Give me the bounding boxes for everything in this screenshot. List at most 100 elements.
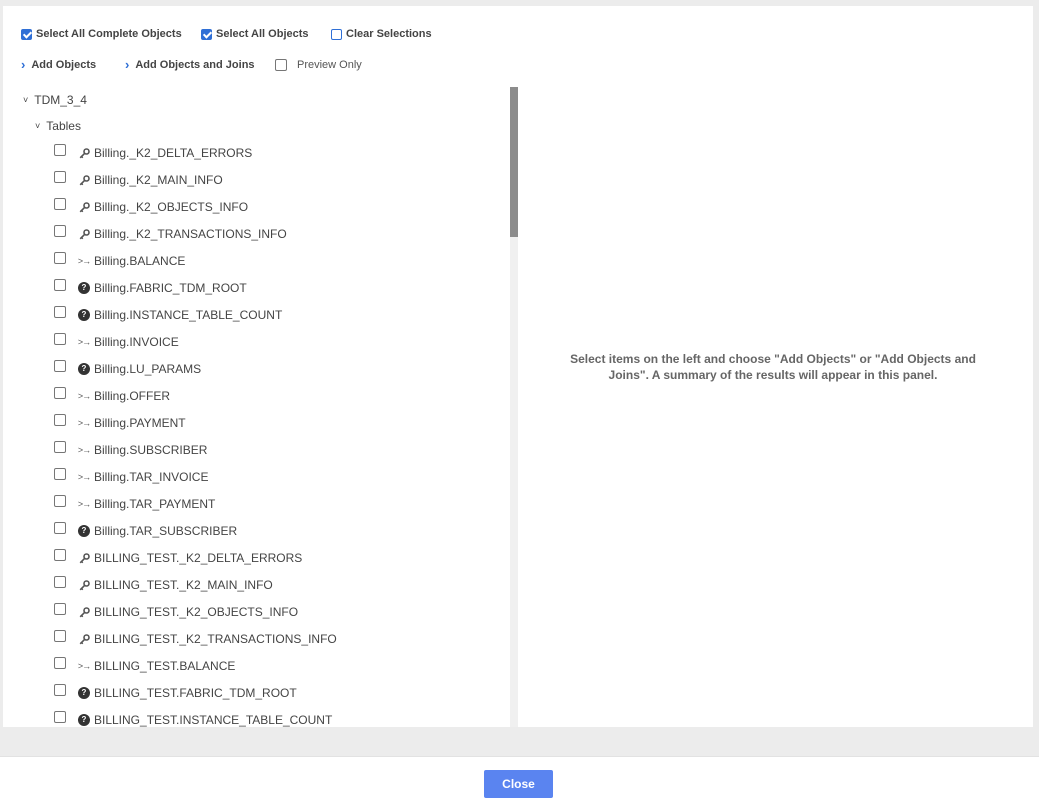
dialog-footer: Close bbox=[0, 756, 1039, 803]
tree-item-label: BILLING_TEST._K2_OBJECTS_INFO bbox=[94, 605, 299, 619]
join-icon: >→ bbox=[77, 391, 91, 401]
tree-item-checkbox[interactable] bbox=[54, 360, 66, 372]
help-icon: ? bbox=[78, 363, 90, 375]
help-icon: ? bbox=[78, 687, 90, 699]
help-icon: ? bbox=[78, 282, 90, 294]
key-icon bbox=[78, 633, 90, 645]
tree-item-checkbox[interactable] bbox=[54, 414, 66, 426]
tree-item-label: BILLING_TEST.INSTANCE_TABLE_COUNT bbox=[94, 713, 333, 727]
tree-item-checkbox[interactable] bbox=[54, 711, 66, 723]
tree-item-label: Billing._K2_OBJECTS_INFO bbox=[94, 200, 249, 214]
summary-panel: Select items on the left and choose "Add… bbox=[518, 87, 1033, 727]
help-icon: ? bbox=[78, 714, 90, 726]
clear-selections-button[interactable]: Clear Selections bbox=[331, 28, 432, 40]
tree-item-label: BILLING_TEST._K2_DELTA_ERRORS bbox=[94, 551, 303, 565]
help-icon: ? bbox=[78, 309, 90, 321]
tree-item-checkbox[interactable] bbox=[54, 198, 66, 210]
tree-item-checkbox[interactable] bbox=[54, 387, 66, 399]
tree-item-label: BILLING_TEST.FABRIC_TDM_ROOT bbox=[94, 686, 297, 700]
join-icon: >→ bbox=[77, 418, 91, 428]
tree-item-label: Billing.SUBSCRIBER bbox=[94, 443, 208, 457]
select-all-complete-label: Select All Complete Objects bbox=[36, 28, 182, 40]
key-icon bbox=[78, 552, 90, 564]
tree-item-label: Billing._K2_TRANSACTIONS_INFO bbox=[94, 227, 287, 241]
tree-item-checkbox[interactable] bbox=[54, 684, 66, 696]
tree-item-checkbox[interactable] bbox=[54, 144, 66, 156]
join-icon: >→ bbox=[77, 472, 91, 482]
object-tree: ˅ TDM_3_4 ˅ Tables Billing._K2_DELTA_ERR… bbox=[3, 87, 510, 727]
select-all-objects-checkbox[interactable]: Select All Objects bbox=[201, 28, 309, 40]
tree-item: ? Billing.LU_PARAMS bbox=[54, 359, 201, 379]
tree-item-checkbox[interactable] bbox=[54, 495, 66, 507]
tree-root-node[interactable]: ˅ TDM_3_4 bbox=[23, 93, 87, 107]
tree-item-checkbox[interactable] bbox=[54, 252, 66, 264]
tree-item-checkbox[interactable] bbox=[54, 468, 66, 480]
join-icon: >→ bbox=[77, 499, 91, 509]
tree-item-checkbox[interactable] bbox=[54, 576, 66, 588]
tree-item-label: BILLING_TEST.BALANCE bbox=[94, 659, 236, 673]
tree-item: Billing._K2_OBJECTS_INFO bbox=[54, 197, 248, 217]
tree-item-checkbox[interactable] bbox=[54, 279, 66, 291]
tree-item: >→ Billing.INVOICE bbox=[54, 332, 179, 352]
tree-item-checkbox[interactable] bbox=[54, 225, 66, 237]
tree-group-tables[interactable]: ˅ Tables bbox=[35, 119, 81, 133]
help-icon: ? bbox=[78, 525, 90, 537]
main-panel: Select All Complete Objects Select All O… bbox=[3, 6, 1033, 727]
tree-item: ? Billing.TAR_SUBSCRIBER bbox=[54, 521, 237, 541]
join-icon: >→ bbox=[77, 661, 91, 671]
join-icon: >→ bbox=[77, 256, 91, 266]
key-icon bbox=[78, 606, 90, 618]
tree-item: >→ Billing.BALANCE bbox=[54, 251, 185, 271]
tree-item-label: Billing.TAR_PAYMENT bbox=[94, 497, 216, 511]
chevron-right-icon: › bbox=[21, 57, 26, 72]
checked-checkbox-icon bbox=[21, 28, 32, 40]
unchecked-checkbox-icon bbox=[275, 59, 287, 71]
tree-item: BILLING_TEST._K2_DELTA_ERRORS bbox=[54, 548, 302, 568]
tree-item-label: Billing.FABRIC_TDM_ROOT bbox=[94, 281, 247, 295]
key-icon bbox=[78, 147, 90, 159]
tree-item-label: Billing._K2_MAIN_INFO bbox=[94, 173, 223, 187]
tree-root-label: TDM_3_4 bbox=[34, 93, 87, 107]
scrollbar-thumb[interactable] bbox=[510, 87, 518, 237]
tree-item: ? BILLING_TEST.INSTANCE_TABLE_COUNT bbox=[54, 710, 332, 727]
join-icon: >→ bbox=[77, 337, 91, 347]
preview-only-label: Preview Only bbox=[297, 59, 362, 71]
add-objects-button[interactable]: › Add Objects bbox=[21, 58, 96, 71]
tree-item-checkbox[interactable] bbox=[54, 603, 66, 615]
tree-item-checkbox[interactable] bbox=[54, 171, 66, 183]
chevron-right-icon: › bbox=[125, 57, 130, 72]
tree-item-label: Billing.LU_PARAMS bbox=[94, 362, 202, 376]
add-objects-and-joins-button[interactable]: › Add Objects and Joins bbox=[125, 58, 255, 71]
clear-checkbox-icon bbox=[331, 28, 342, 40]
tree-item-checkbox[interactable] bbox=[54, 306, 66, 318]
tree-item: ? Billing.INSTANCE_TABLE_COUNT bbox=[54, 305, 282, 325]
tree-item: Billing._K2_DELTA_ERRORS bbox=[54, 143, 252, 163]
tree-item: ? Billing.FABRIC_TDM_ROOT bbox=[54, 278, 247, 298]
tree-item-checkbox[interactable] bbox=[54, 522, 66, 534]
summary-empty-message: Select items on the left and choose "Add… bbox=[570, 352, 976, 382]
preview-only-checkbox[interactable]: Preview Only bbox=[275, 59, 362, 71]
tree-item-label: Billing._K2_DELTA_ERRORS bbox=[94, 146, 253, 160]
tree-item-checkbox[interactable] bbox=[54, 657, 66, 669]
tree-item: >→ Billing.OFFER bbox=[54, 386, 170, 406]
tree-item-checkbox[interactable] bbox=[54, 549, 66, 561]
tree-item: >→ Billing.TAR_INVOICE bbox=[54, 467, 208, 487]
tree-item-checkbox[interactable] bbox=[54, 630, 66, 642]
close-button[interactable]: Close bbox=[484, 770, 553, 798]
tree-item-label: Billing.INSTANCE_TABLE_COUNT bbox=[94, 308, 283, 322]
tree-item-label: Billing.OFFER bbox=[94, 389, 171, 403]
tree-item-checkbox[interactable] bbox=[54, 333, 66, 345]
chevron-down-icon: ˅ bbox=[35, 121, 41, 131]
tree-item-label: Billing.INVOICE bbox=[94, 335, 179, 349]
clear-selections-label: Clear Selections bbox=[346, 28, 432, 40]
tree-item: >→ Billing.SUBSCRIBER bbox=[54, 440, 207, 460]
tree-scrollbar[interactable] bbox=[510, 87, 518, 727]
tree-item-checkbox[interactable] bbox=[54, 441, 66, 453]
tree-item-label: BILLING_TEST._K2_TRANSACTIONS_INFO bbox=[94, 632, 337, 646]
chevron-down-icon: ˅ bbox=[23, 95, 29, 105]
tree-item: BILLING_TEST._K2_OBJECTS_INFO bbox=[54, 602, 298, 622]
tree-item-label: Billing.PAYMENT bbox=[94, 416, 186, 430]
select-all-complete-objects-checkbox[interactable]: Select All Complete Objects bbox=[21, 28, 182, 40]
tree-item-label: Billing.BALANCE bbox=[94, 254, 186, 268]
key-icon bbox=[78, 228, 90, 240]
